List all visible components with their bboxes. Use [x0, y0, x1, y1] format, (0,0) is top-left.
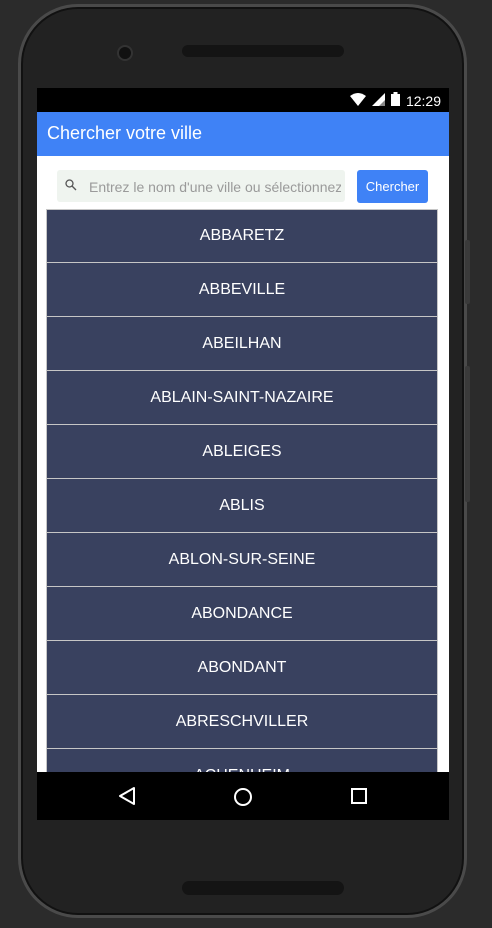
- bottom-speaker: [182, 881, 344, 895]
- back-icon[interactable]: [118, 786, 136, 811]
- volume-button: [465, 240, 470, 304]
- search-row: Chercher: [37, 156, 449, 210]
- signal-icon: [371, 92, 385, 109]
- city-list-item[interactable]: ABBEVILLE: [46, 263, 438, 317]
- city-list-item[interactable]: ABLEIGES: [46, 425, 438, 479]
- search-input[interactable]: [87, 170, 343, 204]
- wifi-icon: [349, 92, 366, 109]
- app-bar: Chercher votre ville: [37, 112, 449, 156]
- city-list-item[interactable]: ABONDANCE: [46, 587, 438, 641]
- search-button[interactable]: Chercher: [357, 170, 428, 203]
- city-list-item[interactable]: ABBARETZ: [46, 209, 438, 263]
- recent-apps-icon[interactable]: [351, 788, 367, 809]
- city-list-item[interactable]: ABEILHAN: [46, 317, 438, 371]
- navigation-bar: [37, 772, 449, 820]
- status-bar: 12:29: [37, 88, 449, 112]
- battery-icon: [390, 92, 400, 109]
- front-camera: [117, 45, 133, 61]
- power-button: [465, 366, 470, 502]
- device-screen: 12:29 Chercher votre ville Chercher ABBA…: [37, 88, 449, 820]
- city-list-item[interactable]: ACHENHEIM: [46, 749, 438, 772]
- city-list-item[interactable]: ABONDANT: [46, 641, 438, 695]
- page-title: Chercher votre ville: [47, 123, 203, 143]
- search-icon: [65, 178, 77, 196]
- city-list-item[interactable]: ABLIS: [46, 479, 438, 533]
- city-list-item[interactable]: ABRESCHVILLER: [46, 695, 438, 749]
- city-list-item[interactable]: ABLON-SUR-SEINE: [46, 533, 438, 587]
- status-time: 12:29: [405, 92, 441, 109]
- home-icon[interactable]: [233, 787, 253, 812]
- city-list[interactable]: ABBARETZ ABBEVILLE ABEILHAN ABLAIN-SAINT-NA…: [46, 209, 438, 772]
- earpiece-speaker: [182, 45, 344, 57]
- city-list-item[interactable]: ABLAIN-SAINT-NAZAIRE: [46, 371, 438, 425]
- search-box[interactable]: [57, 170, 345, 204]
